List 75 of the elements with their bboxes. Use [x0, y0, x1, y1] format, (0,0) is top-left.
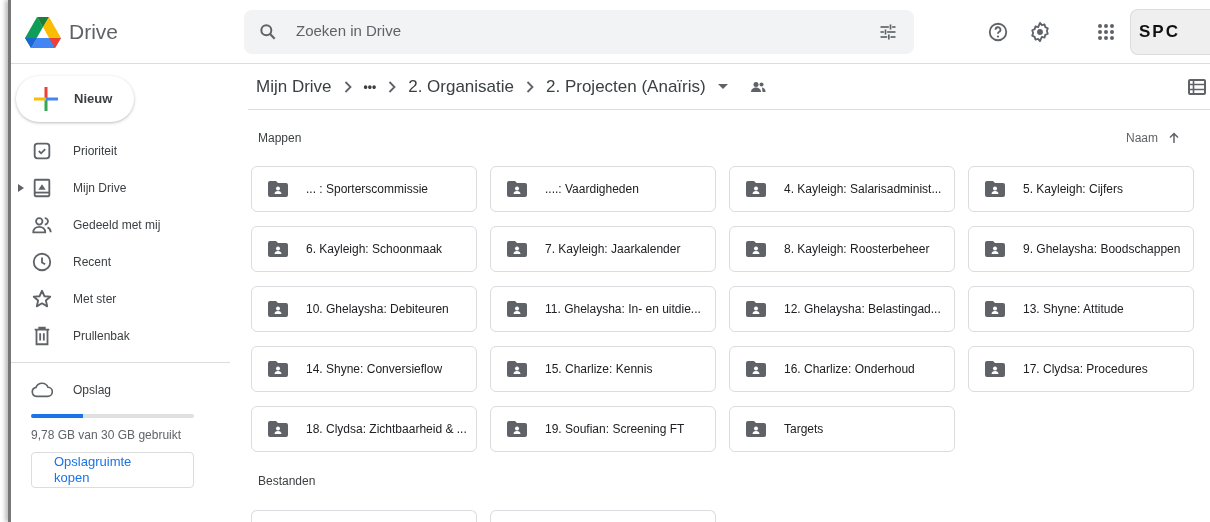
caret-icon[interactable]	[717, 83, 728, 90]
folder-card[interactable]: 16. Charlize: Onderhoud	[729, 346, 955, 392]
shared-folder-icon	[507, 361, 527, 377]
folder-card[interactable]: 10. Ghelaysha: Debiteuren	[251, 286, 477, 332]
shared-folder-icon	[746, 421, 766, 437]
new-button[interactable]: Nieuw	[16, 76, 134, 122]
shared-folder-icon	[985, 181, 1005, 197]
folder-card[interactable]: 5. Kayleigh: Cijfers	[968, 166, 1194, 212]
shared-folder-icon	[268, 241, 288, 257]
folder-card[interactable]: 12. Ghelaysha: Belastingad...	[729, 286, 955, 332]
sort-button[interactable]: Naam	[1120, 128, 1186, 148]
folder-card[interactable]: ....: Vaardigheden	[490, 166, 716, 212]
section-title: Mappen	[258, 130, 302, 147]
shared-folder-icon	[746, 301, 766, 317]
shared-folder-icon	[507, 241, 527, 257]
folder-card[interactable]: 6. Kayleigh: Schoonmaak	[251, 226, 477, 272]
folder-card[interactable]: 11. Ghelaysha: In- en uitdie...	[490, 286, 716, 332]
settings-icon[interactable]	[1028, 19, 1052, 44]
more-button[interactable]: •••	[359, 75, 381, 98]
folder-card[interactable]: 8. Kayleigh: Roosterbeheer	[729, 226, 955, 272]
breadcrumb-current[interactable]: 2. Projecten (Anaïris)	[542, 71, 710, 102]
sidebar-item[interactable]: Prullenbak	[11, 317, 244, 354]
buy-storage-button[interactable]: Opslagruimte kopen	[31, 452, 194, 488]
shared-folder-icon	[268, 361, 288, 377]
drive-icon	[31, 176, 53, 199]
shared-folder-icon	[985, 241, 1005, 257]
folder-card[interactable]: 19. Soufian: Screening FT	[490, 406, 716, 452]
sidebar-item[interactable]: Met ster	[11, 280, 244, 317]
chevron-right-icon	[526, 80, 534, 93]
folder-card[interactable]: 7. Kayleigh: Jaarkalender	[490, 226, 716, 272]
folder-card[interactable]: 9. Ghelaysha: Boodschappen	[968, 226, 1194, 272]
shared-folder-icon	[507, 301, 527, 317]
search-field[interactable]: Zoeken in Drive	[244, 9, 914, 54]
expand-icon[interactable]	[18, 183, 24, 192]
shared-folder-icon	[746, 361, 766, 377]
sidebar-item[interactable]: Prioriteit	[11, 132, 244, 169]
folder-card[interactable]: 4. Kayleigh: Salarisadminist...	[729, 166, 955, 212]
sidebar-item[interactable]: Recent	[11, 243, 244, 280]
storage-label: Opslag	[73, 381, 112, 399]
folder-card[interactable]: Targets	[729, 406, 955, 452]
breadcrumb-link[interactable]: Mijn Drive	[252, 71, 336, 102]
search-icon	[258, 21, 278, 42]
folder-card[interactable]: 13. Shyne: Attitude	[968, 286, 1194, 332]
shared-folder-icon	[746, 241, 766, 257]
shared-folder-icon	[268, 421, 288, 437]
people-icon	[749, 80, 766, 93]
shared-folder-icon	[507, 421, 527, 437]
search-field[interactable]: Zoeken in Drive	[294, 19, 860, 44]
sidebar-item[interactable]: Gedeeld met mij	[11, 206, 244, 243]
plus-icon	[34, 87, 58, 111]
section-title: Bestanden	[258, 473, 316, 490]
folder-card[interactable]: 15. Charlize: Kennis	[490, 346, 716, 392]
shared-folder-icon	[268, 301, 288, 317]
clock-icon	[31, 250, 53, 273]
app-name: Drive	[69, 18, 118, 45]
folder-card[interactable]: 18. Clydsa: Zichtbaarheid & ...	[251, 406, 477, 452]
chevron-right-icon	[388, 80, 397, 93]
sidebar-item[interactable]: Mijn Drive	[11, 169, 244, 206]
breadcrumb-link[interactable]: 2. Organisatie	[404, 71, 518, 102]
drive-logo-icon	[25, 15, 61, 48]
folder-card[interactable]: ... : Sporterscommissie	[251, 166, 477, 212]
arrow-up-icon	[1168, 132, 1180, 144]
account-logo[interactable]: SPC	[1130, 8, 1210, 55]
cloud-icon	[31, 381, 53, 398]
star-icon	[31, 287, 53, 310]
shared-folder-icon	[985, 301, 1005, 317]
folder-card[interactable]: 14. Shyne: Conversieflow	[251, 346, 477, 392]
list-view-icon[interactable]	[1188, 78, 1206, 95]
folder-card[interactable]: 17. Clydsa: Procedures	[968, 346, 1194, 392]
shared-folder-icon	[985, 361, 1005, 377]
shared-folder-icon	[268, 181, 288, 197]
shared-folder-icon	[746, 181, 766, 197]
shared-folder-icon	[507, 181, 527, 197]
storage-usage: 9,78 GB van 30 GB gebruikt	[31, 427, 183, 444]
chevron-right-icon	[343, 80, 352, 93]
